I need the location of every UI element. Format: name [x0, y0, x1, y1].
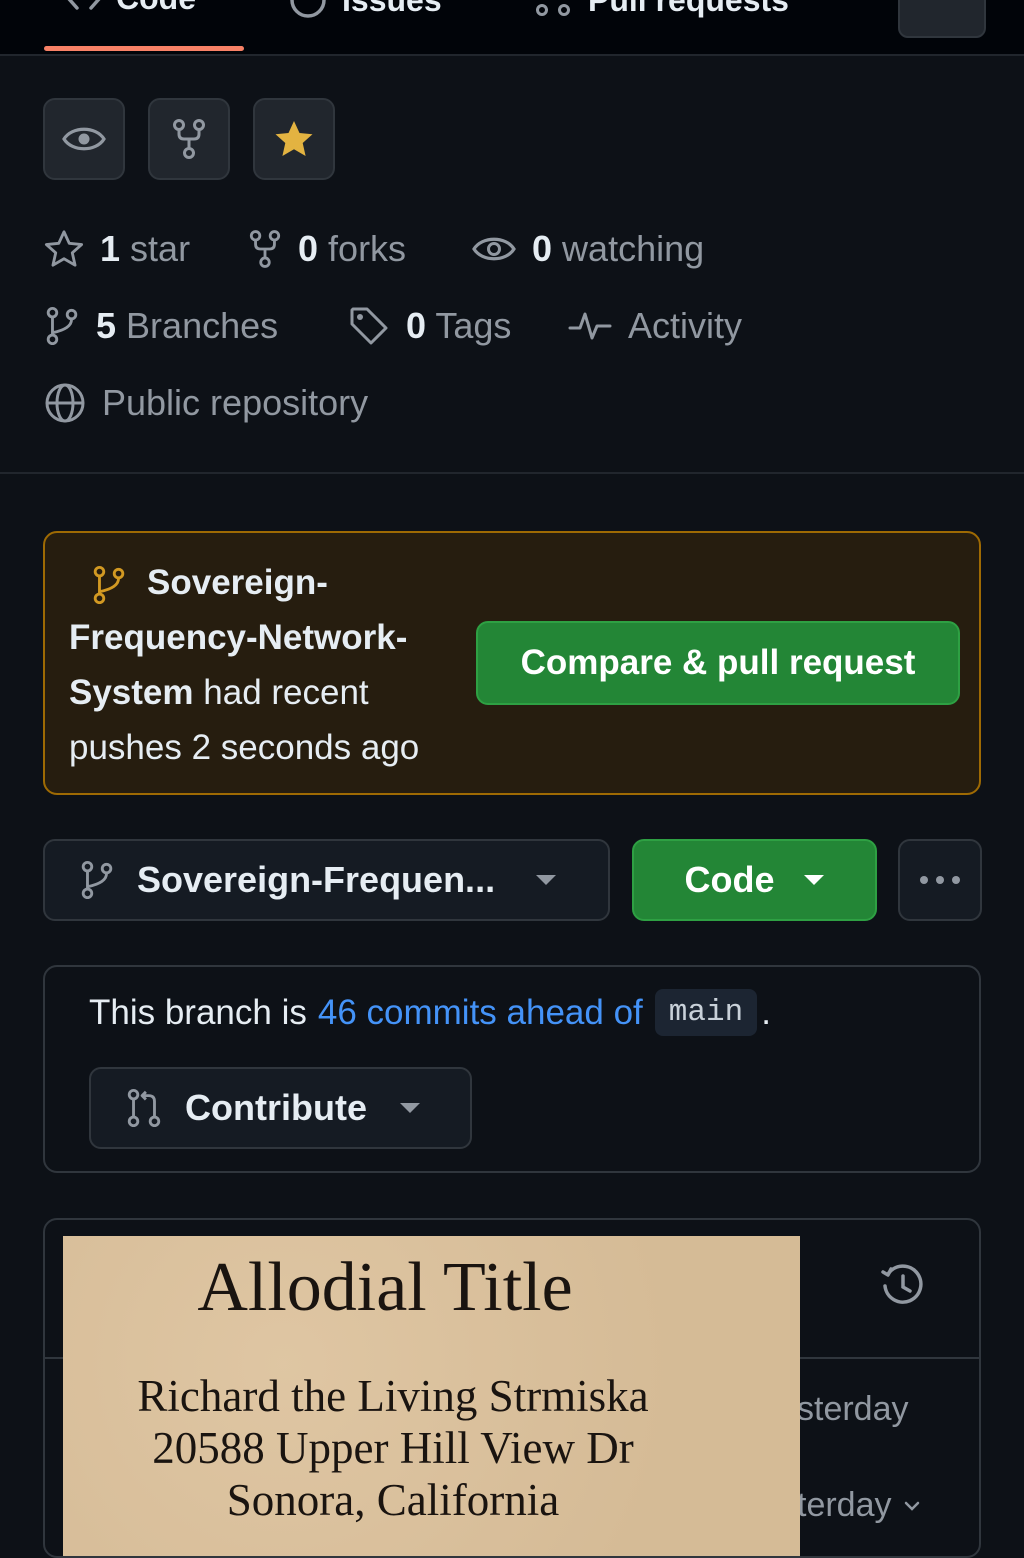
branches-count: 5	[96, 305, 117, 346]
recent-pushes-text: Sovereign- Frequency-Network- System had…	[69, 555, 479, 775]
banner-branch-line-1[interactable]: Sovereign-	[147, 563, 328, 602]
branch-selector[interactable]: Sovereign-Frequen...	[43, 839, 610, 921]
parchment-line-3: Sonora, California	[226, 1475, 560, 1525]
branches-stat[interactable]: 5 Branches	[44, 305, 278, 347]
tab-issues[interactable]: Issues	[288, 0, 442, 20]
eye-icon	[472, 234, 516, 264]
more-options-button[interactable]	[898, 839, 982, 921]
menu-button[interactable]	[898, 0, 986, 38]
active-tab-indicator	[44, 46, 244, 51]
code-button[interactable]: Code	[632, 839, 877, 921]
triangle-down-icon	[535, 874, 557, 886]
stars-stat[interactable]: 1 star	[44, 228, 190, 270]
fork-button[interactable]	[148, 98, 230, 180]
issue-opened-icon	[288, 0, 328, 20]
file-row-2-time: terday	[797, 1486, 892, 1524]
parchment-title: Allodial Title	[197, 1249, 573, 1326]
branch-status-prefix: This branch is	[89, 992, 307, 1032]
watch-button[interactable]	[43, 98, 125, 180]
git-branch-icon	[91, 565, 127, 605]
commits-ahead-link[interactable]: 46 commits ahead of	[318, 993, 643, 1033]
star-icon	[44, 229, 84, 269]
watching-count: 0	[532, 228, 553, 269]
repo-forked-icon	[171, 118, 207, 160]
kebab-horizontal-icon	[918, 875, 962, 885]
history-icon[interactable]	[879, 1262, 927, 1310]
section-divider	[0, 472, 1024, 474]
pulse-icon	[568, 308, 612, 344]
git-pull-request-icon	[125, 1088, 163, 1128]
banner-pushes-time: pushes 2 seconds ago	[69, 728, 420, 767]
branch-status-box: This branch is 46 commits ahead of main …	[43, 965, 981, 1173]
selected-branch-label: Sovereign-Frequen...	[137, 859, 496, 900]
tab-pull-requests[interactable]: Pull requests	[534, 0, 789, 20]
stars-count: 1	[100, 228, 121, 269]
recent-pushes-banner: Sovereign- Frequency-Network- System had…	[43, 531, 981, 795]
visibility-stat: Public repository	[44, 382, 368, 424]
repo-forked-icon	[248, 229, 282, 269]
git-pull-request-icon	[534, 0, 574, 20]
git-branch-icon	[44, 306, 80, 346]
forks-count: 0	[298, 228, 319, 269]
tab-code-label: Code	[116, 0, 196, 17]
tags-count: 0	[406, 305, 427, 346]
forks-label: forks	[328, 228, 407, 269]
banner-branch-line-3[interactable]: System	[69, 673, 194, 712]
triangle-down-icon	[399, 1102, 421, 1114]
activity-stat[interactable]: Activity	[568, 305, 742, 347]
tags-label: Tags	[435, 305, 512, 346]
tab-issues-label: Issues	[342, 0, 442, 19]
contribute-label: Contribute	[185, 1087, 367, 1128]
git-branch-icon	[79, 860, 115, 900]
branch-status-suffix: .	[761, 992, 771, 1032]
repo-nav: Code Issues Pull requests	[0, 0, 1024, 56]
file-row-2[interactable]: terday	[797, 1486, 920, 1525]
parchment-line-1: Richard the Living Strmiska	[137, 1371, 649, 1421]
chevron-down-icon	[904, 1501, 920, 1511]
compare-pull-request-button[interactable]: Compare & pull request	[476, 621, 960, 705]
banner-had-recent: had recent	[203, 673, 369, 712]
tab-code[interactable]: Code	[66, 0, 196, 17]
tags-stat[interactable]: 0 Tags	[348, 305, 511, 347]
tab-pull-requests-label: Pull requests	[588, 0, 789, 19]
file-row-1-time: sterday	[797, 1390, 909, 1428]
visibility-label: Public repository	[102, 382, 369, 423]
activity-label: Activity	[628, 305, 743, 346]
parchment-line-2: 20588 Upper Hill View Dr	[152, 1423, 634, 1473]
stars-label: star	[130, 228, 191, 269]
allodial-title-image: Allodial Title Richard the Living Strmis…	[63, 1236, 800, 1556]
banner-branch-line-2[interactable]: Frequency-Network-	[69, 618, 407, 657]
base-branch-chip[interactable]: main	[654, 989, 758, 1036]
branches-label: Branches	[126, 305, 279, 346]
star-fill-icon	[273, 118, 315, 160]
watching-stat[interactable]: 0 watching	[472, 228, 704, 270]
globe-icon	[44, 382, 86, 424]
forks-stat[interactable]: 0 forks	[248, 228, 406, 270]
branch-status-text: This branch is 46 commits ahead of main …	[89, 989, 771, 1036]
eye-icon	[62, 124, 106, 154]
code-button-label: Code	[684, 859, 775, 900]
triangle-down-icon	[803, 874, 825, 886]
code-icon	[66, 0, 102, 14]
tag-icon	[348, 305, 390, 347]
watching-label: watching	[562, 228, 705, 269]
star-button[interactable]	[253, 98, 335, 180]
contribute-button[interactable]: Contribute	[89, 1067, 472, 1149]
